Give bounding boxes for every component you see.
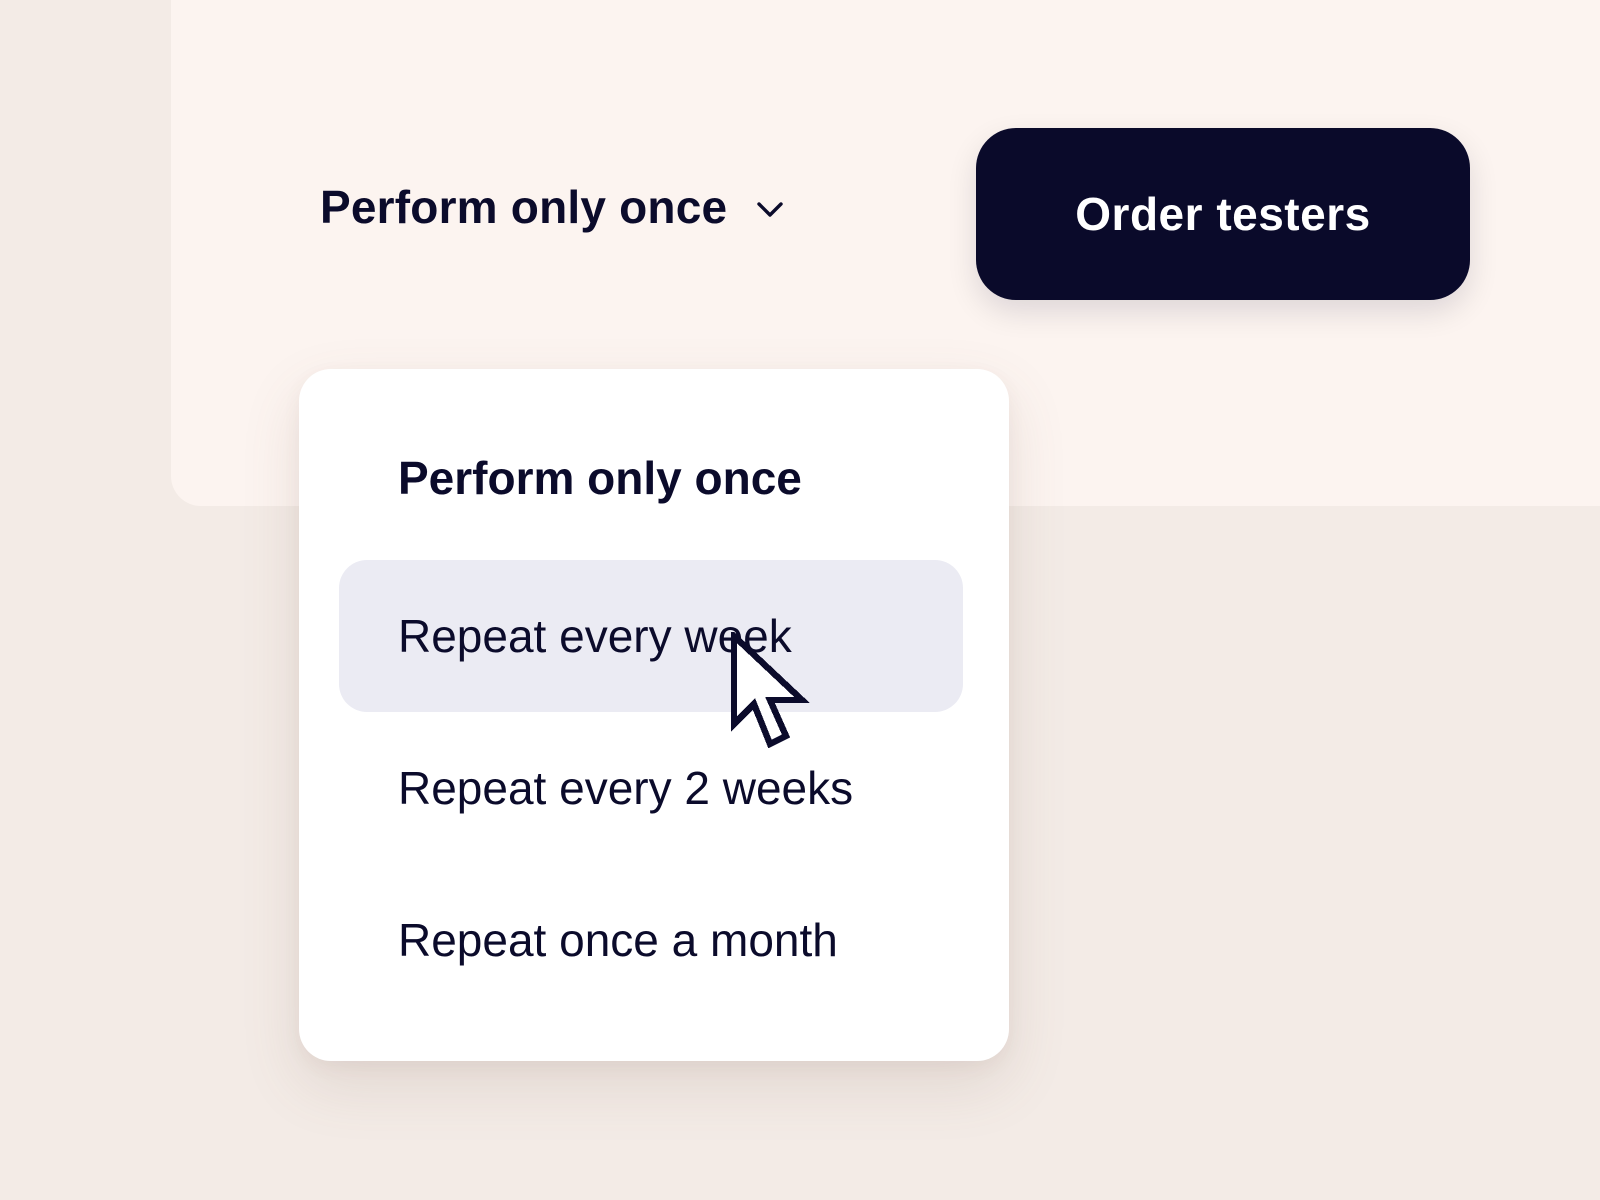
- order-testers-button[interactable]: Order testers: [976, 128, 1470, 300]
- option-repeat-once-a-month[interactable]: Repeat once a month: [339, 864, 963, 1016]
- option-perform-only-once[interactable]: Perform only once: [339, 402, 963, 554]
- frequency-select-label: Perform only once: [320, 181, 728, 233]
- frequency-dropdown-menu: Perform only once Repeat every week Repe…: [299, 369, 1009, 1061]
- option-repeat-every-week[interactable]: Repeat every week: [339, 560, 963, 712]
- chevron-down-icon: [753, 192, 787, 226]
- frequency-select[interactable]: Perform only once: [320, 184, 787, 230]
- option-repeat-every-2-weeks[interactable]: Repeat every 2 weeks: [339, 712, 963, 864]
